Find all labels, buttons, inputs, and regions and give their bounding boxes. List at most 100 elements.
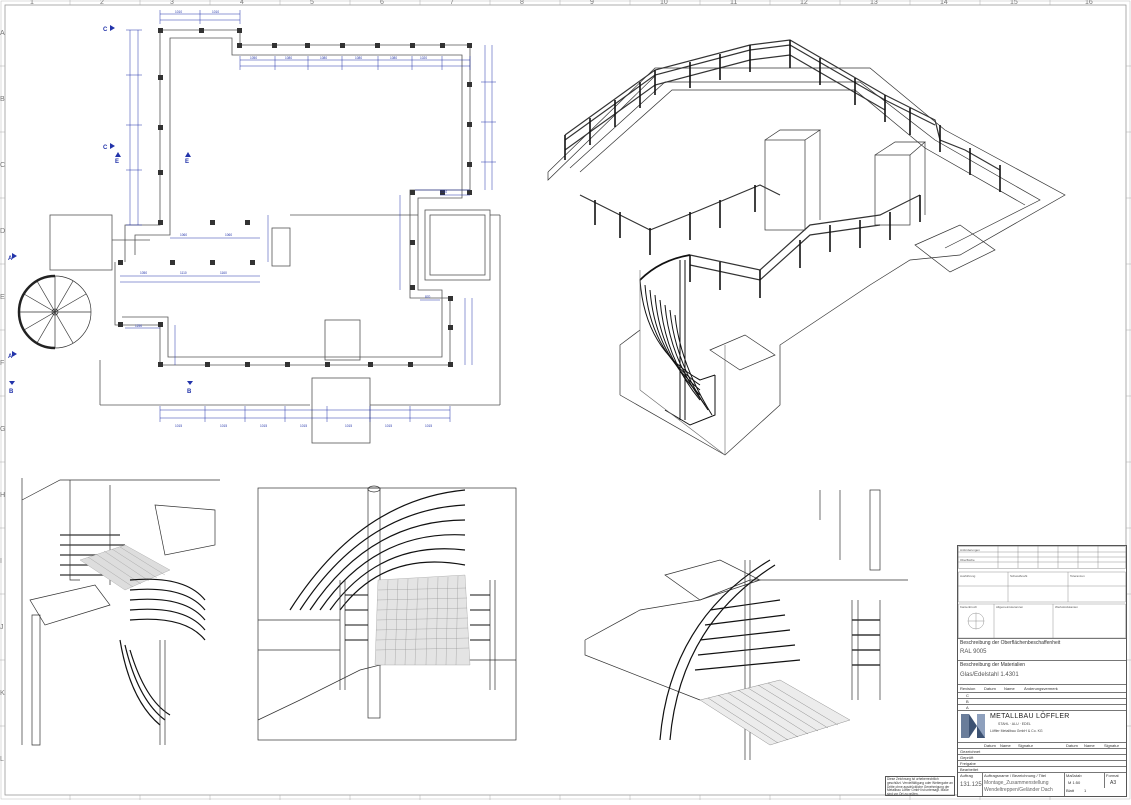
grid-col-label: 14	[940, 0, 948, 6]
grid-col-label: 3	[170, 0, 174, 6]
rev-header-name: Name	[1004, 686, 1015, 691]
svg-text:1060: 1060	[180, 233, 187, 237]
detail-view-2	[257, 485, 517, 741]
company-tagline: STAHL · ALU · EDEL	[998, 722, 1031, 726]
svg-text:1010: 1010	[440, 190, 447, 194]
isometric-view	[547, 39, 1066, 456]
svg-text:Werkstückkanten: Werkstückkanten	[1055, 605, 1078, 609]
scale-value: M 1:50	[1068, 780, 1081, 785]
svg-text:Schweißnaht: Schweißnaht	[1010, 574, 1028, 578]
grid-row-label: H	[0, 492, 6, 499]
svg-text:Toleranzen: Toleranzen	[1070, 574, 1085, 578]
grid-col-label: 1	[30, 0, 34, 6]
grid-col-label: 8	[520, 0, 524, 6]
spiral-stair-plan	[17, 274, 92, 350]
sheet-value: 1	[1084, 788, 1087, 793]
drawing-title: Montage_Zusammenstellung	[984, 780, 1049, 786]
copyright-note: Diese Zeichnung ist urheberrechtlich ges…	[885, 776, 955, 796]
svg-text:1160: 1160	[220, 271, 227, 275]
svg-text:1080: 1080	[285, 56, 292, 60]
project-label: Auftrag	[960, 773, 973, 778]
grid-col-label: 6	[380, 0, 384, 6]
detail-view-3	[584, 489, 908, 760]
format-value: A3	[1110, 780, 1117, 786]
svg-text:1080: 1080	[355, 56, 362, 60]
grid-row-label: G	[0, 426, 6, 433]
company-address: Löffler Metallbau GmbH & Co. KG	[990, 729, 1043, 733]
svg-text:1050: 1050	[140, 271, 147, 275]
svg-text:E: E	[185, 159, 189, 165]
svg-text:C: C	[103, 27, 108, 33]
svg-text:870: 870	[425, 295, 431, 299]
grid-col-label: 9	[590, 0, 594, 6]
grid-col-label: 5	[310, 0, 314, 6]
grid-row-label: F	[0, 360, 5, 367]
section-markers: C C E E A A B B	[8, 25, 193, 395]
svg-text:1015: 1015	[220, 424, 227, 428]
format-label: Format	[1106, 773, 1119, 778]
svg-text:B: B	[187, 389, 192, 395]
project-number: 131.125	[960, 782, 982, 788]
svg-text:1060: 1060	[225, 233, 232, 237]
grid-col-label: 12	[800, 0, 808, 6]
svg-text:1080: 1080	[390, 56, 397, 60]
drawing-sheet: 1010 1010 1050 1080 1080 1080 1080 1020 …	[0, 0, 1131, 800]
grid-row-label: I	[0, 558, 2, 565]
svg-text:1250: 1250	[135, 324, 142, 328]
svg-text:1020: 1020	[420, 56, 427, 60]
grid-col-label: 11	[730, 0, 738, 6]
grid-col-label: 15	[1010, 0, 1018, 6]
svg-text:1015: 1015	[260, 424, 267, 428]
grid-col-label: 13	[870, 0, 878, 6]
svg-text:1015: 1015	[385, 424, 392, 428]
detail-view-1	[21, 478, 220, 746]
grid-row-label: K	[0, 690, 5, 697]
svg-text:Kantenbruch: Kantenbruch	[960, 605, 977, 609]
svg-text:Allgemeintoleranzen: Allgemeintoleranzen	[996, 605, 1024, 609]
svg-text:E: E	[115, 159, 119, 165]
svg-text:1015: 1015	[425, 424, 432, 428]
svg-text:1050: 1050	[250, 56, 257, 60]
svg-text:1010: 1010	[175, 10, 182, 14]
company-name: METALLBAU LÖFFLER	[990, 713, 1070, 720]
material-label: Beschreibung der Materialien	[960, 662, 1026, 668]
grid-col-label: 7	[450, 0, 454, 6]
grid-row-label: J	[0, 624, 4, 631]
svg-text:1080: 1080	[320, 56, 327, 60]
grid-col-label: 4	[240, 0, 244, 6]
grid-col-label: 10	[660, 0, 668, 6]
grid-col-label: 2	[100, 0, 104, 6]
rev-header-note: Änderungsvermerk	[1024, 686, 1058, 691]
svg-text:1010: 1010	[212, 10, 219, 14]
grid-row-label: E	[0, 294, 5, 301]
scale-label: Maßstab	[1066, 773, 1082, 778]
rev-header-revision: Revision	[960, 686, 976, 691]
grid-row-label: B	[0, 96, 5, 103]
svg-text:C: C	[103, 145, 108, 151]
grid-row-label: C	[0, 162, 6, 169]
svg-text:A: A	[8, 354, 13, 360]
svg-text:1015: 1015	[345, 424, 352, 428]
svg-text:B: B	[9, 389, 14, 395]
svg-text:1015: 1015	[300, 424, 307, 428]
company-logo	[961, 714, 985, 738]
grid-row-label: D	[0, 228, 6, 235]
svg-text:A: A	[8, 256, 13, 262]
svg-text:Oberfläche: Oberfläche	[960, 558, 975, 562]
sheet-label: Blatt	[1066, 788, 1075, 793]
svg-text:1015: 1015	[175, 424, 182, 428]
plan-view: 1010 1010 1050 1080 1080 1080 1080 1020 …	[8, 10, 501, 444]
svg-text:Ausführung: Ausführung	[960, 574, 976, 578]
surface-label: Beschreibung der Oberflächenbeschaffenhe…	[960, 640, 1061, 646]
grid-row-label: L	[0, 756, 4, 763]
material-value: Glas/Edelstahl 1.4301	[960, 672, 1019, 678]
title-block: Anforderungen Oberfläche Ausführung Schw…	[957, 545, 1127, 797]
rev-header-date: Datum	[984, 686, 996, 691]
drawing-title-label: Auftragsname / Bezeichnung / Titel	[984, 773, 1047, 778]
svg-text:Anforderungen: Anforderungen	[960, 548, 980, 552]
grid-row-label: A	[0, 30, 5, 37]
surface-value: RAL 9005	[960, 649, 987, 655]
drawing-subtitle: Wendeltreppen/Geländer Dach	[984, 787, 1053, 793]
svg-text:1110: 1110	[180, 271, 187, 275]
grid-col-label: 16	[1085, 0, 1093, 6]
